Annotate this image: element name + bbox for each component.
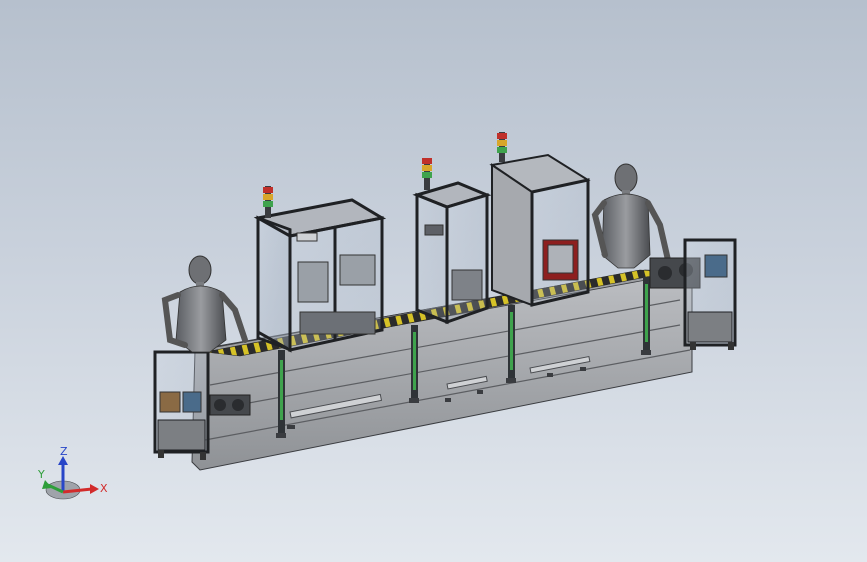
operator-figure-right <box>591 163 671 269</box>
axis-z-label: Z <box>60 445 68 458</box>
axis-y-label: Y <box>37 468 45 481</box>
signal-tower-2 <box>422 158 432 190</box>
signal-tower-3 <box>497 132 507 162</box>
axis-triad: Z X Y <box>37 445 108 500</box>
station-1-enclosure <box>253 198 387 353</box>
assembly-line-model[interactable]: Z X Y <box>0 0 867 562</box>
operator-figure-left <box>161 255 248 353</box>
station-3-cabinet <box>489 153 591 307</box>
axis-x-label: X <box>100 482 108 495</box>
signal-tower-1 <box>263 186 273 218</box>
station-2-enclosure <box>412 181 492 325</box>
right-end-station <box>683 238 737 350</box>
cad-viewport[interactable]: Z X Y <box>0 0 867 562</box>
